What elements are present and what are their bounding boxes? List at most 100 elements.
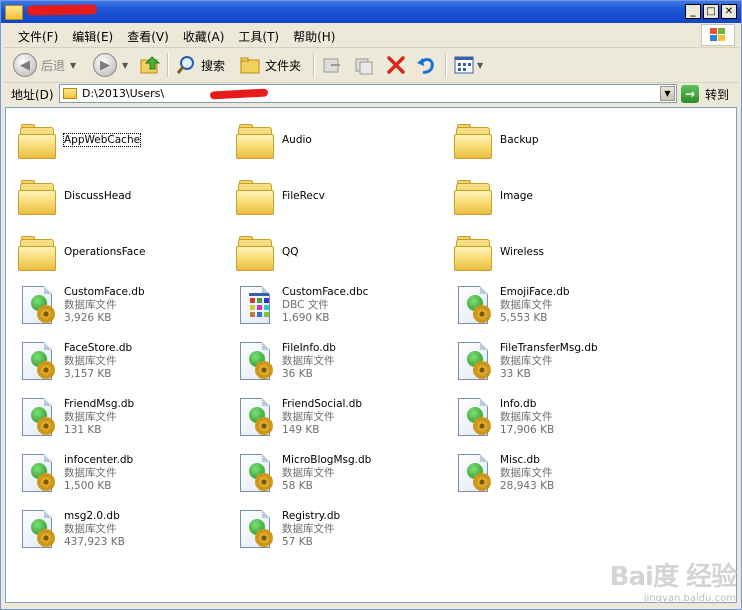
search-button[interactable]: 搜索 <box>175 52 225 78</box>
file-size: 3,926 KB <box>64 312 112 324</box>
file-name: FileTransferMsg.db <box>500 342 598 354</box>
file-type: 数据库文件 <box>64 411 117 423</box>
database-file-icon <box>236 398 274 438</box>
forward-button[interactable]: ▶ ▼ <box>93 52 128 78</box>
file-size: 1,500 KB <box>64 480 112 492</box>
maximize-button[interactable]: □ <box>703 4 719 19</box>
database-file-icon <box>18 286 56 326</box>
menu-view[interactable]: 查看(V) <box>120 28 176 45</box>
folder-icon <box>63 88 77 99</box>
up-folder-icon <box>139 54 161 76</box>
folder-name: QQ <box>282 246 299 258</box>
views-icon <box>453 54 475 76</box>
menu-edit[interactable]: 编辑(E) <box>65 28 120 45</box>
file-item[interactable]: CustomFace.dbc DBC 文件 1,690 KB <box>236 286 368 326</box>
folder-name: Audio <box>282 134 312 146</box>
file-type: 数据库文件 <box>500 355 553 367</box>
redacted-username <box>209 88 269 100</box>
database-file-icon <box>236 454 274 494</box>
chevron-down-icon: ▼ <box>122 60 129 70</box>
move-to-button[interactable] <box>321 52 343 78</box>
file-item[interactable]: Info.db 数据库文件 17,906 KB <box>454 398 554 438</box>
folder-icon <box>18 122 56 162</box>
copy-to-button[interactable] <box>353 52 375 78</box>
delete-icon <box>385 54 407 76</box>
menu-bar: 文件(F) 编辑(E) 查看(V) 收藏(A) 工具(T) 帮助(H) <box>3 23 739 48</box>
file-item[interactable]: FileInfo.db 数据库文件 36 KB <box>236 342 336 382</box>
folder-item[interactable]: AppWebCache <box>18 122 142 162</box>
back-button[interactable]: ◀ 后退 ▼ <box>13 52 76 78</box>
file-name: Info.db <box>500 398 537 410</box>
file-name: msg2.0.db <box>64 510 120 522</box>
minimize-button[interactable]: _ <box>685 4 701 19</box>
folder-item[interactable]: OperationsFace <box>18 234 145 274</box>
folder-icon <box>454 234 492 274</box>
back-arrow-icon: ◀ <box>13 53 37 77</box>
folder-name: Backup <box>500 134 539 146</box>
file-item[interactable]: Misc.db 数据库文件 28,943 KB <box>454 454 554 494</box>
folder-icon <box>236 178 274 218</box>
file-size: 17,906 KB <box>500 424 555 436</box>
file-name: CustomFace.db <box>64 286 145 298</box>
menu-file[interactable]: 文件(F) <box>11 28 65 45</box>
folder-icon <box>5 5 23 20</box>
file-item[interactable]: FriendSocial.db 数据库文件 149 KB <box>236 398 362 438</box>
folder-item[interactable]: DiscussHead <box>18 178 131 218</box>
chevron-down-icon: ▼ <box>477 60 484 70</box>
menu-help[interactable]: 帮助(H) <box>286 28 342 45</box>
undo-button[interactable] <box>415 52 437 78</box>
folder-name: DiscussHead <box>64 190 132 202</box>
explorer-window: _ □ ✕ 文件(F) 编辑(E) 查看(V) 收藏(A) 工具(T) 帮助(H… <box>0 0 742 610</box>
address-path: D:\2013\Users\ <box>82 87 165 100</box>
dbc-file-icon <box>236 286 274 326</box>
file-size: 57 KB <box>282 536 313 548</box>
folder-name: OperationsFace <box>64 246 146 258</box>
menu-favorites[interactable]: 收藏(A) <box>176 28 232 45</box>
folders-button[interactable]: 文件夹 <box>239 52 301 78</box>
file-size: 5,553 KB <box>500 312 548 324</box>
folder-icon <box>454 122 492 162</box>
file-item[interactable]: msg2.0.db 数据库文件 437,923 KB <box>18 510 125 550</box>
database-file-icon <box>236 510 274 550</box>
menu-tools[interactable]: 工具(T) <box>231 28 286 45</box>
file-list-view[interactable]: AppWebCache Audio Backup DiscussHead FileRec… <box>5 107 737 603</box>
file-item[interactable]: EmojiFace.db 数据库文件 5,553 KB <box>454 286 570 326</box>
folder-icon <box>236 234 274 274</box>
file-item[interactable]: FaceStore.db 数据库文件 3,157 KB <box>18 342 132 382</box>
undo-icon <box>415 54 437 76</box>
file-name: infocenter.db <box>64 454 134 466</box>
delete-button[interactable] <box>385 52 407 78</box>
folder-item[interactable]: Image <box>454 178 533 218</box>
folder-item[interactable]: Audio <box>236 122 312 162</box>
file-item[interactable]: Registry.db 数据库文件 57 KB <box>236 510 340 550</box>
file-item[interactable]: FriendMsg.db 数据库文件 131 KB <box>18 398 134 438</box>
file-size: 1,690 KB <box>282 312 330 324</box>
file-name: FileInfo.db <box>282 342 336 354</box>
file-item[interactable]: MicroBlogMsg.db 数据库文件 58 KB <box>236 454 371 494</box>
folder-item[interactable]: FileRecv <box>236 178 325 218</box>
windows-logo-icon <box>701 24 735 46</box>
file-item[interactable]: infocenter.db 数据库文件 1,500 KB <box>18 454 133 494</box>
file-item[interactable]: CustomFace.db 数据库文件 3,926 KB <box>18 286 145 326</box>
chevron-down-icon: ▼ <box>70 60 77 70</box>
file-size: 58 KB <box>282 480 313 492</box>
views-button[interactable]: ▼ <box>453 52 483 78</box>
chevron-down-icon[interactable]: ▼ <box>660 86 675 101</box>
folder-icon <box>18 178 56 218</box>
folder-name: Wireless <box>500 246 544 258</box>
close-button[interactable]: ✕ <box>721 4 737 19</box>
database-file-icon <box>236 342 274 382</box>
folder-icon <box>18 234 56 274</box>
file-type: 数据库文件 <box>282 411 335 423</box>
folder-item[interactable]: Wireless <box>454 234 544 274</box>
title-bar[interactable]: _ □ ✕ <box>1 1 741 23</box>
folder-item[interactable]: QQ <box>236 234 299 274</box>
file-size: 149 KB <box>282 424 320 436</box>
folder-name: FileRecv <box>282 190 325 202</box>
folder-item[interactable]: Backup <box>454 122 539 162</box>
search-label: 搜索 <box>201 58 226 73</box>
address-input[interactable]: D:\2013\Users\ ▼ <box>59 84 677 103</box>
up-folder-button[interactable] <box>139 52 161 78</box>
go-button[interactable]: → 转到 <box>681 84 729 104</box>
file-item[interactable]: FileTransferMsg.db 数据库文件 33 KB <box>454 342 598 382</box>
